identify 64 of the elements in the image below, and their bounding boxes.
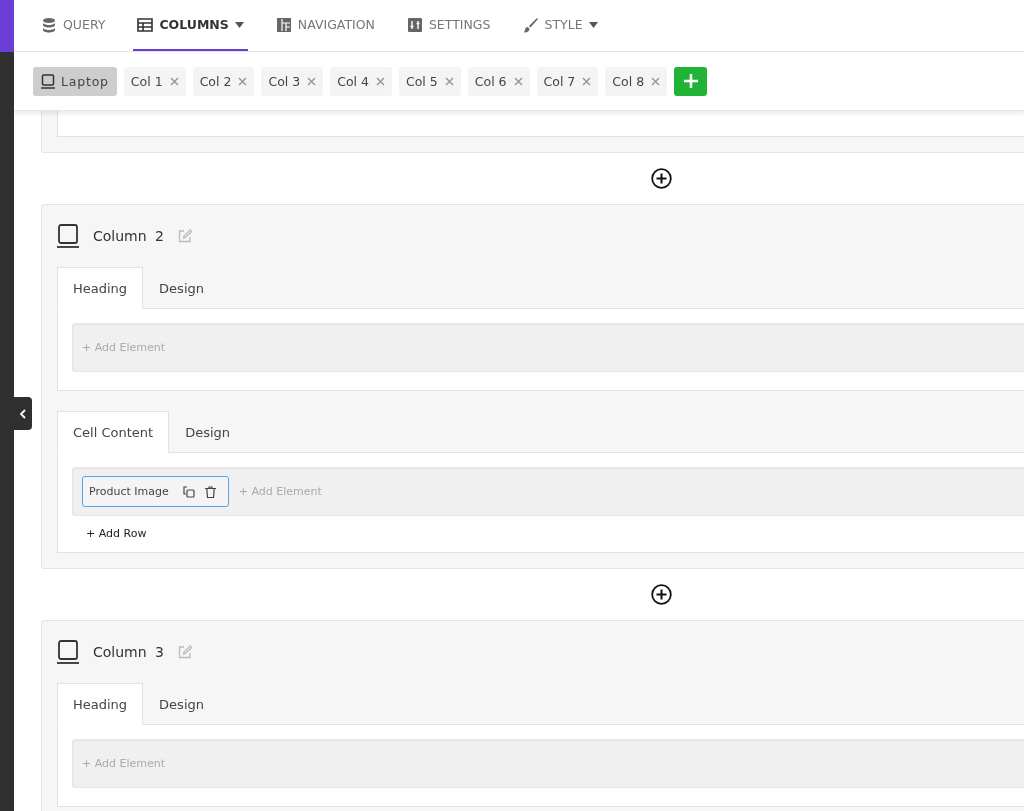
column-chip-label: Col 6 <box>474 73 507 89</box>
edit-icon[interactable] <box>178 645 192 659</box>
column-chip-label: Col 3 <box>268 73 301 89</box>
trash-icon[interactable] <box>204 485 216 498</box>
sidebar-header <box>0 0 14 52</box>
section-tab[interactable]: Design <box>169 411 247 453</box>
plus-icon <box>683 74 698 88</box>
nav-tab[interactable]: NAVIGATION <box>271 0 379 51</box>
column-chip[interactable]: Col 5 <box>398 66 461 96</box>
add-icon[interactable] <box>650 168 672 189</box>
table-icon <box>137 16 154 33</box>
nav-tab-label: NAVIGATION <box>297 17 375 32</box>
column-title: Column 3 <box>93 644 164 660</box>
column-chip-label: Col 7 <box>543 73 576 89</box>
column-chip-label: Col 2 <box>199 73 232 89</box>
column-chip[interactable]: Col 8 <box>605 66 668 96</box>
column-chip[interactable]: Col 6 <box>467 66 530 96</box>
add-column-button[interactable] <box>674 66 708 96</box>
column-title: Column 2 <box>93 228 164 244</box>
nav-tab-label: QUERY <box>63 17 106 32</box>
column-chip[interactable]: Col 4 <box>330 66 392 96</box>
column-chip[interactable]: Col 7 <box>536 66 599 96</box>
column-chip-label: Col 5 <box>405 73 438 89</box>
column-chip[interactable]: Col 2 <box>192 66 255 96</box>
section-tab[interactable]: Cell Content <box>57 411 170 453</box>
nav-tab[interactable]: STYLE <box>518 0 602 51</box>
edit-icon[interactable] <box>178 229 192 243</box>
close-icon[interactable] <box>513 76 523 86</box>
sliders-icon <box>406 16 423 33</box>
close-icon[interactable] <box>169 76 179 86</box>
section-tab[interactable]: Design <box>143 267 220 309</box>
database-icon <box>41 16 57 33</box>
device-button[interactable]: Laptop <box>33 66 117 96</box>
column-chip[interactable]: Col 3 <box>261 66 324 96</box>
close-icon[interactable] <box>651 76 661 86</box>
nav-tab-label: STYLE <box>544 17 583 32</box>
laptop-icon <box>57 224 79 248</box>
close-icon[interactable] <box>582 76 592 86</box>
section-tab[interactable]: Design <box>143 683 220 725</box>
column-chip-label: Col 8 <box>612 73 645 89</box>
section-tab[interactable]: Heading <box>57 267 144 309</box>
nav-tab-label: SETTINGS <box>428 17 491 32</box>
close-icon[interactable] <box>375 76 385 86</box>
laptop-icon <box>57 640 79 664</box>
laptop-icon <box>41 73 55 89</box>
copy-icon[interactable] <box>182 485 195 498</box>
nav-tab[interactable]: QUERY <box>37 0 110 51</box>
column-chip[interactable]: Col 1 <box>123 66 186 96</box>
layout-icon <box>275 16 292 33</box>
add-row-link[interactable]: + Add Row <box>86 527 147 540</box>
section-tab[interactable]: Heading <box>57 683 144 725</box>
brush-icon <box>522 16 539 33</box>
nav-tab[interactable]: SETTINGS <box>402 0 495 51</box>
element-chip[interactable]: Product Image <box>82 476 229 507</box>
nav-tab-label: COLUMNS <box>159 17 229 32</box>
add-icon[interactable] <box>650 584 672 605</box>
element-label: Product Image <box>89 485 169 498</box>
close-icon[interactable] <box>238 76 248 86</box>
collapse-button[interactable] <box>14 397 32 430</box>
close-icon[interactable] <box>307 76 317 86</box>
chevron-left-icon <box>19 408 27 419</box>
column-chip-label: Col 1 <box>130 73 163 89</box>
close-icon[interactable] <box>444 76 454 86</box>
column-chip-label: Col 4 <box>337 73 369 89</box>
